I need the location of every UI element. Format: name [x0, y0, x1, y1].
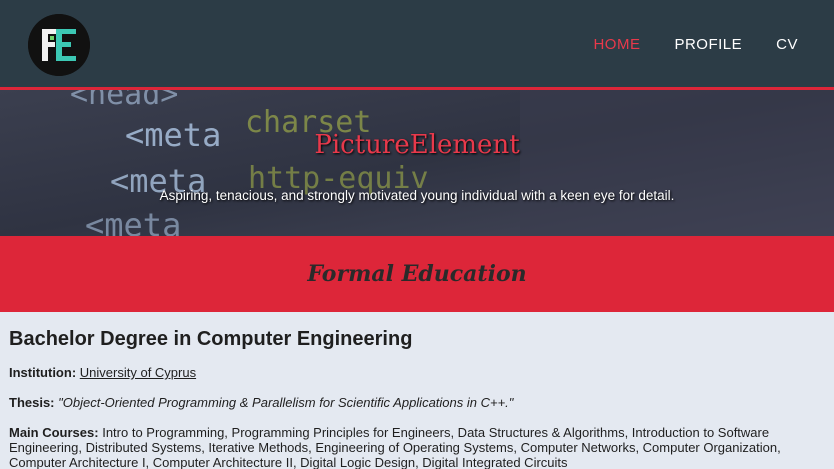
- education-content: Bachelor Degree in Computer Engineering …: [0, 312, 834, 469]
- courses-label: Main Courses:: [9, 425, 99, 440]
- logo-mark-icon: [28, 14, 90, 76]
- courses-list: Intro to Programming, Programming Princi…: [9, 425, 781, 469]
- site-logo[interactable]: [28, 14, 90, 76]
- main-nav: HOME PROFILE CV: [593, 36, 798, 53]
- section-title: Formal Education: [307, 261, 527, 287]
- degree-title: Bachelor Degree in Computer Engineering: [9, 328, 413, 350]
- section-header-band: Formal Education: [0, 236, 834, 312]
- nav-home-link[interactable]: HOME: [593, 36, 640, 53]
- nav-cv-link[interactable]: CV: [776, 36, 798, 53]
- nav-profile-link[interactable]: PROFILE: [674, 36, 742, 53]
- thesis-label: Thesis:: [9, 395, 55, 410]
- institution-row: Institution: University of Cyprus: [9, 365, 825, 380]
- hero-banner: <head> <meta charset <meta http-equiv <m…: [0, 90, 834, 236]
- thesis-title: "Object-Oriented Programming & Paralleli…: [58, 395, 514, 410]
- code-line: <meta: [85, 206, 181, 236]
- navbar: HOME PROFILE CV: [0, 0, 834, 90]
- thesis-row: Thesis: "Object-Oriented Programming & P…: [9, 395, 825, 410]
- courses-row: Main Courses: Intro to Programming, Prog…: [9, 425, 825, 469]
- code-background-image: <head> <meta charset <meta http-equiv <m…: [0, 90, 834, 236]
- code-line: <head>: [70, 90, 178, 112]
- institution-label: Institution:: [9, 365, 77, 380]
- hero-subtitle: Aspiring, tenacious, and strongly motiva…: [159, 188, 675, 203]
- hero-title: PictureElement: [314, 130, 520, 160]
- institution-link[interactable]: University of Cyprus: [80, 365, 196, 380]
- hero-code-background: <head> <meta charset <meta http-equiv <m…: [0, 90, 834, 236]
